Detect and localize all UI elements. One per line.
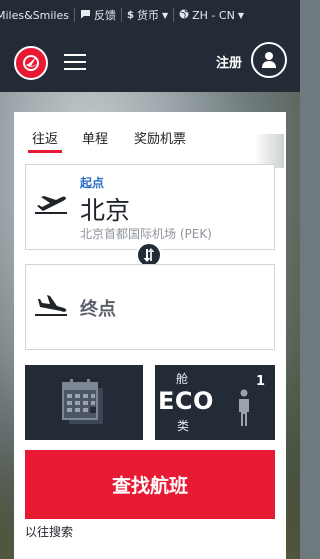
register-link[interactable]: 注册 [216, 52, 242, 71]
destination-field[interactable]: 终点 [25, 264, 275, 350]
tabs-scroll-fade [254, 134, 284, 168]
trip-type-tabs: 往返 单程 奖励机票 [24, 124, 284, 168]
user-icon[interactable] [251, 42, 287, 78]
search-flights-button[interactable]: 查找航班 [25, 450, 275, 519]
currency-label: 货币 [136, 9, 159, 22]
origin-label: 起点 [80, 176, 105, 190]
destination-placeholder: 终点 [80, 299, 116, 320]
feedback-link[interactable]: 反馈 [75, 0, 121, 30]
booking-panel: 往返 单程 奖励机票 起点 北京 北京首都国际机场 (PEK) 终点 舱 ECO… [14, 112, 286, 559]
site-header: 注册 [0, 30, 300, 92]
utility-bar: Miles&Smiles 反馈 $ 货币 ▼ ZH - CN ▼ [0, 0, 300, 30]
miles-smiles-link[interactable]: Miles&Smiles [0, 0, 74, 30]
cabin-passenger-selector[interactable]: 舱 ECO 类 1 [155, 365, 275, 440]
landing-icon [34, 293, 68, 321]
person-icon [237, 389, 251, 431]
passenger-count: 1 [256, 374, 266, 389]
calendar-icon [62, 379, 103, 424]
chevron-down-icon: ▼ [237, 10, 244, 20]
feedback-label: 反馈 [94, 9, 116, 22]
origin-field[interactable]: 起点 北京 北京首都国际机场 (PEK) [25, 164, 275, 250]
currency-dropdown[interactable]: $ 货币 ▼ [122, 0, 173, 30]
tab-round-trip[interactable]: 往返 [27, 128, 63, 153]
date-picker-button[interactable] [25, 365, 143, 440]
origin-airport: 北京首都国际机场 (PEK) [80, 227, 212, 241]
chevron-down-icon: ▼ [161, 10, 169, 20]
origin-city: 北京 [80, 196, 131, 225]
miles-smiles-label: Miles&Smiles [0, 8, 69, 22]
cabin-label-bottom: 类 [177, 419, 190, 433]
cabin-label-top: 舱 [176, 372, 189, 386]
globe-icon [179, 9, 189, 22]
menu-icon[interactable] [64, 54, 86, 70]
tab-one-way[interactable]: 单程 [82, 128, 108, 147]
past-searches-link[interactable]: 以往搜索 [25, 523, 73, 540]
tab-award-ticket[interactable]: 奖励机票 [134, 128, 186, 147]
comment-icon [80, 9, 91, 22]
language-dropdown[interactable]: ZH - CN ▼ [174, 0, 249, 30]
takeoff-icon [34, 191, 68, 219]
tk-logo-icon[interactable] [14, 46, 48, 80]
language-label: ZH - CN [192, 8, 235, 22]
cabin-class-code: ECO [158, 387, 214, 415]
dollar-icon: $ [127, 9, 134, 21]
